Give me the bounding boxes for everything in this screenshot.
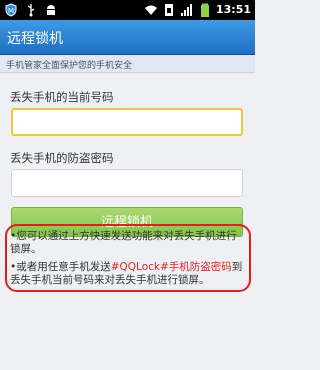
tip-sms-command: #QQLock#手机防盗密码 bbox=[110, 261, 232, 273]
sim-icon bbox=[162, 2, 176, 16]
wifi-icon bbox=[144, 2, 158, 16]
tip-line-1: •您可以通过上方快速发送功能来对丢失手机进行锁屏。 bbox=[10, 230, 237, 255]
password-input[interactable] bbox=[11, 169, 243, 197]
app-shield-icon: M bbox=[4, 2, 18, 17]
password-label: 丢失手机的防盗密码 bbox=[10, 151, 114, 165]
page-title: 远程锁机 bbox=[7, 31, 63, 47]
svg-text:M: M bbox=[8, 7, 14, 15]
tip-line-2-prefix: •或者用任意手机发送 bbox=[10, 261, 111, 273]
main-content: 丢失手机的当前号码 丢失手机的防盗密码 远程锁机 •您可以通过上方快速发送功能来… bbox=[0, 73, 255, 370]
subtitle-bar: 手机管家全面保护您的手机安全 bbox=[0, 55, 255, 73]
subtitle-text: 手机管家全面保护您的手机安全 bbox=[6, 61, 133, 71]
usb-icon bbox=[24, 2, 38, 17]
tip-line-2: •或者用任意手机发送#QQLock#手机防盗密码到丢失手机当前号码来对丢失手机进… bbox=[10, 261, 247, 287]
phone-label: 丢失手机的当前号码 bbox=[10, 90, 114, 104]
status-bar: M 13:51 bbox=[0, 0, 255, 20]
title-bar: 远程锁机 bbox=[0, 20, 255, 55]
status-time: 13:51 bbox=[215, 2, 251, 16]
battery-icon bbox=[198, 2, 212, 17]
phone-input[interactable] bbox=[11, 108, 243, 136]
android-icon bbox=[44, 2, 58, 16]
signal-icon bbox=[180, 2, 194, 16]
